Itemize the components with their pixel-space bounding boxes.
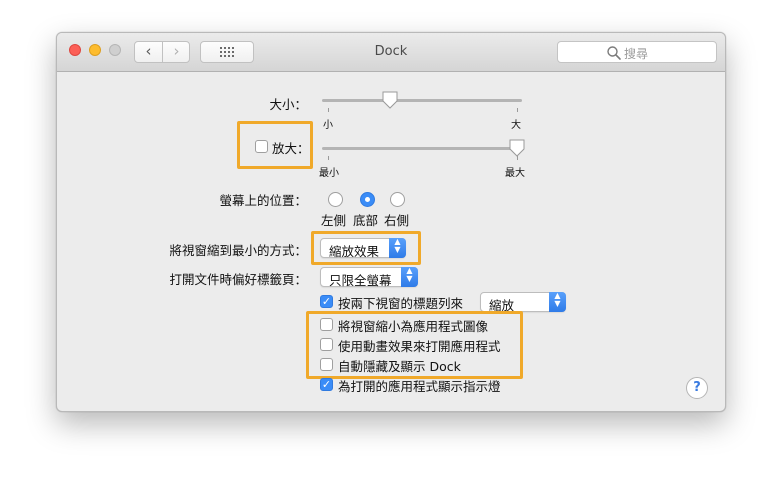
minimize-label: 將視窗縮到最小的方式： — [169, 243, 307, 258]
size-tick-max — [517, 108, 518, 112]
size-min-label: 小 — [323, 120, 333, 131]
position-left-radio[interactable] — [328, 192, 343, 207]
magnification-max-label: 最大 — [505, 168, 525, 179]
updown-chevron-icon: ▲ ▼ — [389, 238, 406, 258]
prefer-tabs-value: 只限全螢幕 — [329, 273, 392, 288]
position-bottom-label: 底部 — [353, 213, 379, 228]
double-click-checkbox[interactable]: ✓ — [320, 295, 333, 308]
minimize-effect-popup[interactable]: 縮放效果 ▲ ▼ — [320, 238, 406, 259]
title-bar: ‹ › Dock 搜尋 — [57, 33, 725, 72]
dock-preferences-window: ‹ › Dock 搜尋 大小： 小 大 放大： 最小 最大 螢幕上的位置： 左側… — [56, 32, 726, 412]
animate-opening-label: 使用動畫效果來打開應用程式 — [338, 339, 501, 354]
animate-opening-checkbox[interactable] — [320, 338, 333, 351]
magnification-label: 放大： — [272, 141, 310, 156]
position-left-label: 左側 — [321, 213, 347, 228]
minimize-to-app-icon-label: 將視窗縮小為應用程式圖像 — [338, 319, 489, 334]
search-placeholder: 搜尋 — [624, 47, 649, 61]
show-indicators-label: 為打開的應用程式顯示指示燈 — [338, 379, 501, 394]
autohide-dock-checkbox[interactable] — [320, 358, 333, 371]
search-icon — [607, 46, 621, 60]
size-slider-thumb[interactable] — [382, 91, 398, 109]
double-click-action-popup[interactable]: 縮放 ▲ ▼ — [480, 292, 566, 313]
show-indicators-checkbox[interactable]: ✓ — [320, 378, 333, 391]
magnification-tick-min — [328, 156, 329, 160]
magnification-min-label: 最小 — [319, 168, 339, 179]
position-right-label: 右側 — [384, 213, 410, 228]
prefer-tabs-label: 打開文件時偏好標籤頁： — [169, 272, 307, 287]
size-max-label: 大 — [511, 120, 521, 131]
size-label: 大小： — [269, 97, 307, 112]
position-label: 螢幕上的位置： — [219, 193, 307, 208]
help-button[interactable]: ? — [686, 377, 708, 399]
minimize-effect-value: 縮放效果 — [329, 244, 380, 259]
updown-chevron-icon: ▲ ▼ — [401, 267, 418, 287]
position-bottom-radio[interactable] — [360, 192, 375, 207]
magnification-slider-thumb[interactable] — [509, 139, 525, 157]
updown-chevron-icon: ▲ ▼ — [549, 292, 566, 312]
autohide-dock-label: 自動隱藏及顯示 Dock — [338, 359, 461, 374]
magnification-slider-track[interactable] — [322, 147, 522, 150]
size-slider-track[interactable] — [322, 99, 522, 102]
question-mark-icon: ? — [693, 380, 701, 395]
position-right-radio[interactable] — [390, 192, 405, 207]
minimize-to-app-icon-checkbox[interactable] — [320, 318, 333, 331]
double-click-label: 按兩下視窗的標題列來 — [338, 296, 464, 311]
size-tick-min — [328, 108, 329, 112]
prefer-tabs-popup[interactable]: 只限全螢幕 ▲ ▼ — [320, 267, 418, 288]
magnification-checkbox[interactable] — [255, 140, 268, 153]
search-field[interactable]: 搜尋 — [557, 41, 717, 63]
